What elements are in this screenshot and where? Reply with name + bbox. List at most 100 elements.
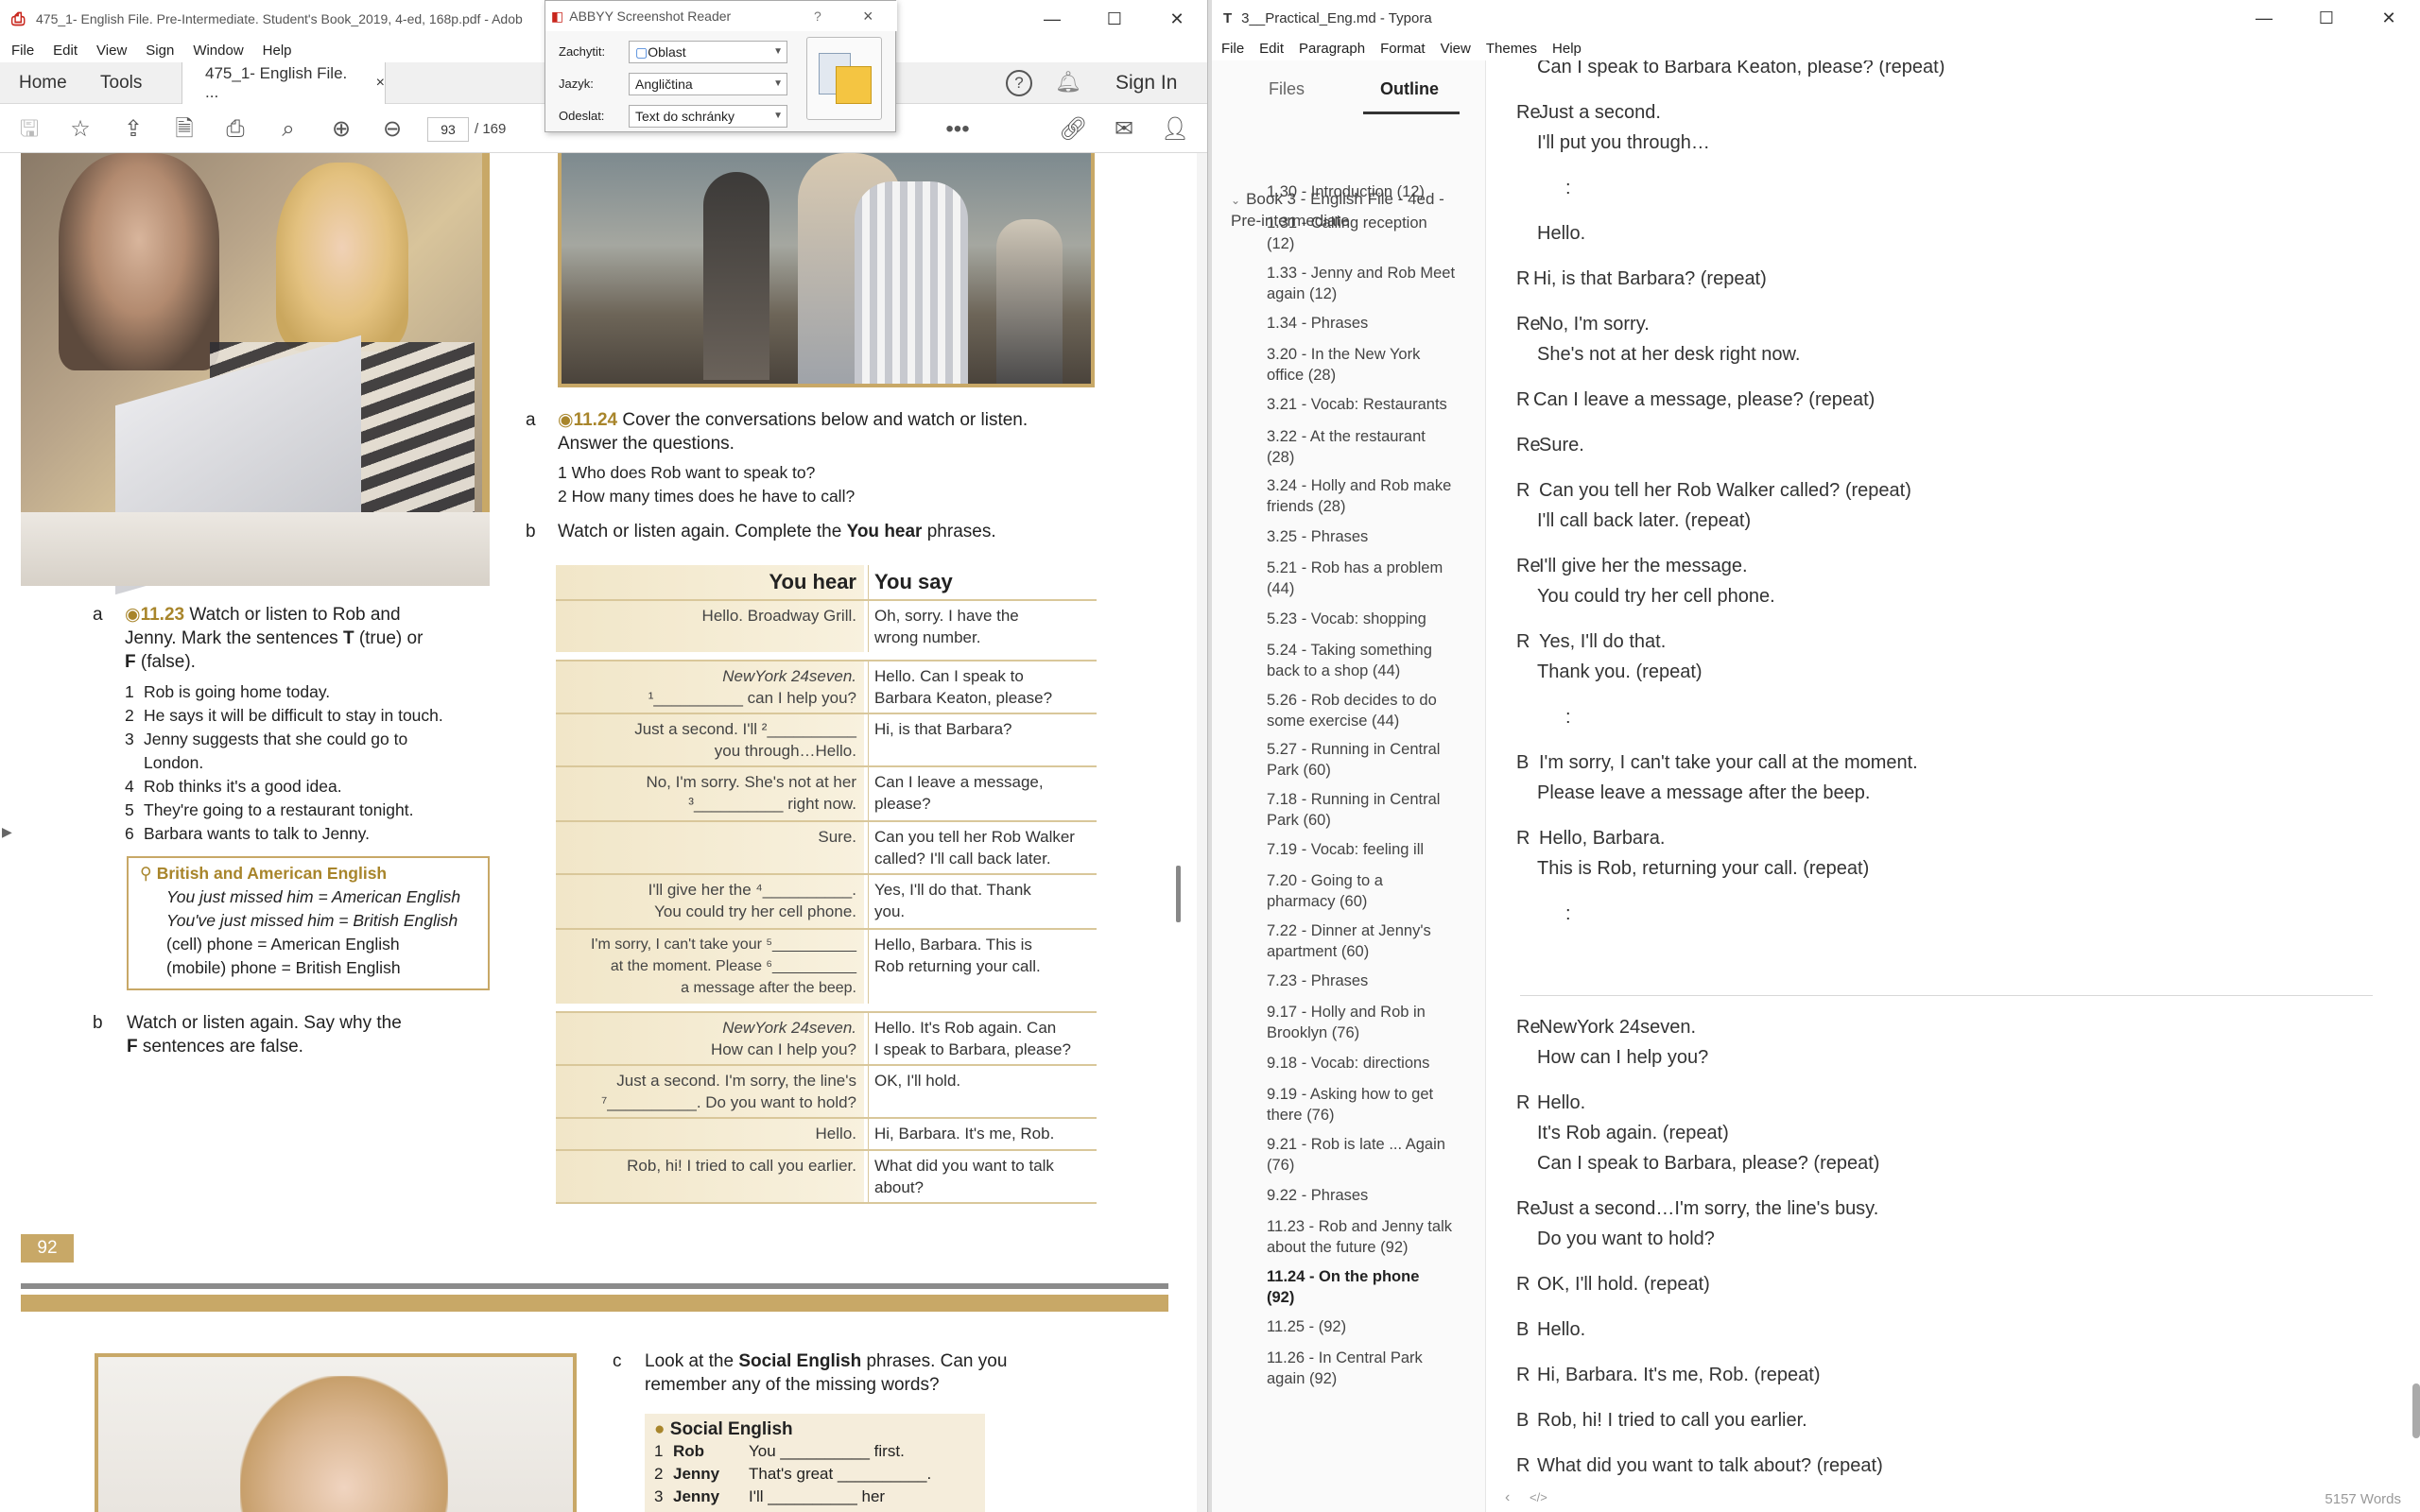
editor-line[interactable]: Thank you. (repeat) bbox=[1537, 662, 1703, 683]
tab-close-icon[interactable]: × bbox=[376, 75, 385, 92]
audio-icon[interactable]: ◉ bbox=[558, 410, 574, 430]
outline-item[interactable]: 3.20 - In the New York office (28) bbox=[1267, 344, 1475, 386]
tab-document[interactable]: 475_1- English File. ... × bbox=[182, 62, 386, 104]
editor-line[interactable]: Just a second…I'm sorry, the line's busy… bbox=[1539, 1198, 1878, 1220]
outline-item[interactable]: 7.22 - Dinner at Jenny's apartment (60) bbox=[1267, 920, 1475, 962]
menu-edit[interactable]: Edit bbox=[53, 43, 78, 59]
editor-line[interactable]: Hello, Barbara. bbox=[1539, 828, 1665, 850]
editor-line[interactable]: Sure. bbox=[1539, 435, 1584, 456]
capture-button[interactable] bbox=[806, 37, 882, 120]
editor-line[interactable]: It's Rob again. (repeat) bbox=[1537, 1123, 1729, 1144]
editor-line[interactable]: : bbox=[1565, 707, 1571, 729]
editor-line[interactable]: Can I leave a message, please? (repeat) bbox=[1533, 389, 1875, 411]
outline-item[interactable]: 3.24 - Holly and Rob make friends (28) bbox=[1267, 475, 1475, 517]
pdf-scrollbar[interactable] bbox=[1197, 153, 1207, 1512]
maximize-icon[interactable]: ☐ bbox=[2295, 0, 2358, 36]
editor-line[interactable]: I'll give her the message. bbox=[1539, 556, 1748, 577]
outline-item[interactable]: 11.26 - In Central Park again (92) bbox=[1267, 1348, 1475, 1389]
editor-line[interactable]: NewYork 24seven. bbox=[1539, 1017, 1696, 1039]
audio-icon[interactable]: ◉ bbox=[125, 605, 141, 625]
editor-line[interactable]: : bbox=[1565, 178, 1571, 199]
editor-line[interactable]: Can I speak to Barbara, please? (repeat) bbox=[1537, 1153, 1879, 1175]
editor-line[interactable]: How can I help you? bbox=[1537, 1047, 1708, 1069]
outline-item[interactable]: 11.23 - Rob and Jenny talk about the futu… bbox=[1267, 1216, 1475, 1258]
minimize-icon[interactable]: — bbox=[2233, 0, 2295, 36]
chevron-down-icon[interactable]: ⌄ bbox=[1231, 194, 1240, 207]
menu-help[interactable]: Help bbox=[263, 43, 292, 59]
outline-item[interactable]: 5.21 - Rob has a problem (44) bbox=[1267, 558, 1475, 599]
outline-item[interactable]: 7.23 - Phrases bbox=[1267, 971, 1475, 991]
outline-item[interactable]: 1.34 - Phrases bbox=[1267, 313, 1475, 334]
prev-page-icon[interactable]: ⊕ bbox=[327, 115, 355, 144]
close-icon[interactable]: ✕ bbox=[1146, 0, 1207, 38]
editor-line[interactable]: Do you want to hold? bbox=[1537, 1228, 1715, 1250]
help-icon[interactable]: ? bbox=[1006, 70, 1032, 96]
mail-icon[interactable]: ✉ bbox=[1110, 115, 1138, 144]
outline-item[interactable]: 1.33 - Jenny and Rob Meet again (12) bbox=[1267, 263, 1475, 304]
editor-line[interactable]: She's not at her desk right now. bbox=[1537, 344, 1800, 366]
sign-in-button[interactable]: Sign In bbox=[1115, 72, 1177, 94]
editor-line[interactable]: No, I'm sorry. bbox=[1539, 314, 1650, 335]
outline-item[interactable]: 9.17 - Holly and Rob in Brooklyn (76) bbox=[1267, 1002, 1475, 1043]
outline-item[interactable]: 5.23 - Vocab: shopping bbox=[1267, 609, 1475, 629]
outline-item[interactable]: 1.31 - Calling reception (12) bbox=[1267, 213, 1475, 254]
editor-line[interactable]: You could try her cell phone. bbox=[1537, 586, 1775, 608]
menu-file[interactable]: File bbox=[11, 43, 34, 59]
outline-item[interactable]: 5.26 - Rob decides to do some exercise (4… bbox=[1267, 690, 1475, 731]
editor-line[interactable]: : bbox=[1565, 903, 1571, 925]
menu-window[interactable]: Window bbox=[193, 43, 243, 59]
minimize-icon[interactable]: — bbox=[1021, 0, 1083, 38]
menu-sign[interactable]: Sign bbox=[146, 43, 174, 59]
outline-item[interactable]: 3.21 - Vocab: Restaurants bbox=[1267, 394, 1475, 415]
outline-item[interactable]: 9.18 - Vocab: directions bbox=[1267, 1053, 1475, 1074]
outline-item[interactable]: 5.24 - Taking something back to a shop (4… bbox=[1267, 640, 1475, 681]
outline-item[interactable]: 11.25 - (92) bbox=[1267, 1316, 1475, 1337]
menu-view[interactable]: View bbox=[96, 43, 127, 59]
tab-tools[interactable]: Tools bbox=[100, 62, 142, 104]
menu-help[interactable]: Help bbox=[1552, 41, 1582, 57]
menu-view[interactable]: View bbox=[1441, 41, 1471, 57]
send-select[interactable]: Text do schránky ▼ bbox=[629, 105, 787, 128]
close-icon[interactable]: ✕ bbox=[2358, 0, 2420, 36]
capture-select[interactable]: ▢Oblast ▼ bbox=[629, 41, 787, 63]
outline-item-current[interactable]: 11.24 - On the phone (92) bbox=[1267, 1266, 1475, 1308]
source-code-icon[interactable]: </> bbox=[1530, 1490, 1547, 1504]
save-icon[interactable]: 🖫 bbox=[15, 115, 43, 144]
editor-scrollbar-thumb[interactable] bbox=[2412, 1383, 2420, 1438]
editor-line[interactable]: Please leave a message after the beep. bbox=[1537, 782, 1870, 804]
zoom-search-icon[interactable]: ⌕ bbox=[274, 115, 302, 144]
outline-item[interactable]: 1.30 - Introduction (12) bbox=[1267, 181, 1475, 202]
editor-line[interactable]: This is Rob, returning your call. (repea… bbox=[1537, 858, 1869, 880]
menu-themes[interactable]: Themes bbox=[1486, 41, 1537, 57]
word-count[interactable]: 5157 Words bbox=[2325, 1491, 2401, 1507]
editor-line[interactable]: I'll put you through… bbox=[1537, 132, 1710, 154]
outline-item[interactable]: 3.22 - At the restaurant (28) bbox=[1267, 426, 1475, 468]
editor-line[interactable]: Hi, Barbara. It's me, Rob. (repeat) bbox=[1537, 1365, 1820, 1386]
editor-line[interactable]: Just a second. bbox=[1539, 102, 1661, 124]
editor-line[interactable]: I'm sorry, I can't take your call at the… bbox=[1539, 752, 1918, 774]
upload-cloud-icon[interactable]: ⇪ bbox=[119, 115, 147, 144]
editor-line[interactable]: Rob, hi! I tried to call you earlier. bbox=[1537, 1410, 1807, 1432]
next-page-icon[interactable]: ⊖ bbox=[378, 115, 406, 144]
outline-item[interactable]: 3.25 - Phrases bbox=[1267, 526, 1475, 547]
editor-line[interactable]: Hi, is that Barbara? (repeat) bbox=[1533, 268, 1767, 290]
editor-line[interactable]: Hello. bbox=[1537, 223, 1585, 245]
outline-item[interactable]: 9.22 - Phrases bbox=[1267, 1185, 1475, 1206]
tab-outline[interactable]: Outline bbox=[1380, 79, 1439, 99]
page-nav-handle[interactable] bbox=[1176, 866, 1181, 922]
editor-line[interactable]: What did you want to talk about? (repeat… bbox=[1537, 1455, 1883, 1477]
editor-line[interactable]: Hello. bbox=[1537, 1319, 1585, 1341]
outline-item[interactable]: 7.20 - Going to a pharmacy (60) bbox=[1267, 870, 1475, 912]
menu-edit[interactable]: Edit bbox=[1259, 41, 1284, 57]
language-select[interactable]: Angličtina ▼ bbox=[629, 73, 787, 95]
editor-line[interactable]: OK, I'll hold. (repeat) bbox=[1537, 1274, 1710, 1296]
outline-item[interactable]: 9.21 - Rob is late ... Again (76) bbox=[1267, 1134, 1475, 1176]
abbyy-help-icon[interactable]: ? bbox=[814, 9, 821, 24]
create-pdf-icon[interactable]: 🗎 bbox=[170, 115, 199, 144]
left-panel-toggle-icon[interactable]: ▶ bbox=[2, 824, 12, 840]
editor-line[interactable]: Yes, I'll do that. bbox=[1539, 631, 1666, 653]
tab-home[interactable]: Home bbox=[19, 62, 67, 104]
abbyy-close-icon[interactable]: × bbox=[863, 7, 873, 26]
account-icon[interactable]: 👤︎ bbox=[1161, 115, 1189, 144]
editor-line[interactable]: I'll call back later. (repeat) bbox=[1537, 510, 1751, 532]
